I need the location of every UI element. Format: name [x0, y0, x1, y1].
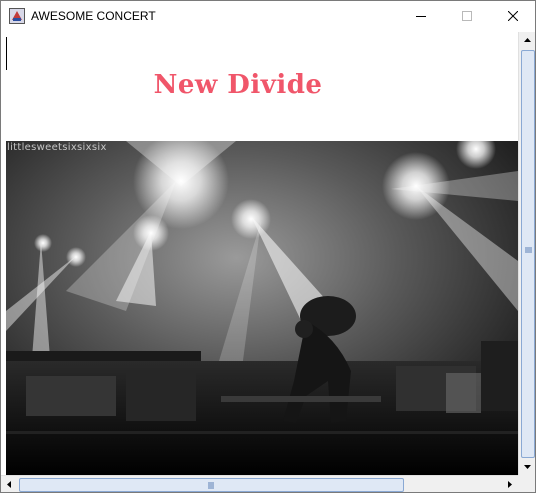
minimize-icon [416, 16, 426, 17]
horizontal-scroll-thumb[interactable] [19, 478, 404, 492]
scroll-down-button[interactable] [519, 458, 535, 475]
vertical-scroll-thumb[interactable] [521, 50, 535, 458]
concert-stage-photo [6, 141, 518, 475]
concert-photo: littlesweetsixsixsix [6, 141, 518, 475]
text-caret [6, 37, 7, 70]
window-title: AWESOME CONCERT [31, 9, 156, 23]
java-app-icon [9, 8, 25, 24]
maximize-button[interactable] [444, 1, 490, 31]
arrow-down-icon [524, 465, 531, 469]
app-window: AWESOME CONCERT New Divide littlesweetsi… [0, 0, 536, 493]
grip-icon [208, 482, 214, 489]
horizontal-scrollbar[interactable] [1, 475, 518, 492]
vertical-scrollbar[interactable] [518, 32, 535, 475]
grip-icon [525, 247, 532, 253]
minimize-button[interactable] [398, 1, 444, 31]
close-button[interactable] [490, 1, 535, 31]
arrow-right-icon [508, 481, 512, 488]
scrollbar-corner [518, 475, 535, 492]
arrow-left-icon [7, 481, 11, 488]
scroll-up-button[interactable] [519, 32, 535, 49]
content-pane: New Divide littlesweetsixsixsix [1, 32, 535, 492]
arrow-up-icon [524, 38, 531, 42]
title-bar[interactable]: AWESOME CONCERT [1, 1, 535, 32]
image-watermark: littlesweetsixsixsix [7, 142, 107, 153]
close-icon [508, 11, 518, 21]
scroll-right-button[interactable] [501, 476, 518, 492]
scroll-left-button[interactable] [1, 476, 18, 492]
song-title: New Divide [153, 70, 323, 100]
maximize-icon [462, 11, 472, 21]
